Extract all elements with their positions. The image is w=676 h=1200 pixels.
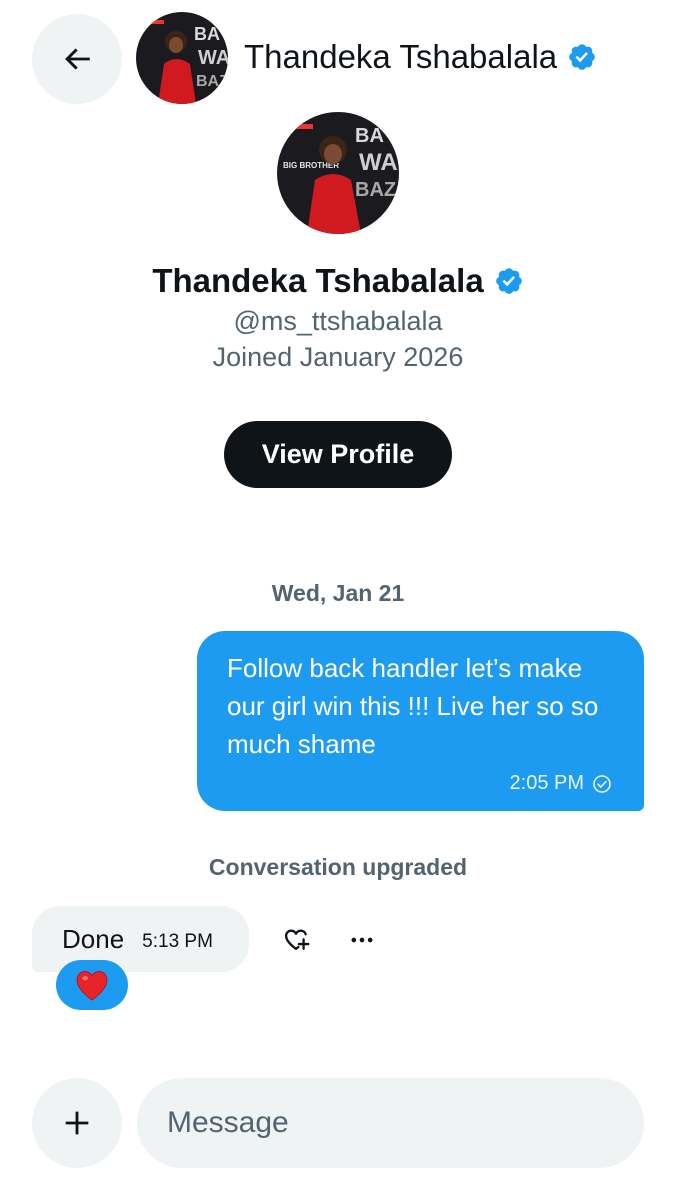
heart-plus-icon xyxy=(284,929,310,950)
header-title-text: Thandeka Tshabalala xyxy=(244,38,558,75)
received-message-time: 5:13 PM xyxy=(142,931,213,952)
sent-message-bubble[interactable]: Follow back handler let’s make our girl … xyxy=(197,631,644,811)
add-reaction-button[interactable] xyxy=(280,924,312,956)
date-separator: Wed, Jan 21 xyxy=(271,580,405,606)
svg-text:BAZ: BAZ xyxy=(355,179,396,201)
view-profile-button[interactable]: View Profile xyxy=(224,421,452,488)
svg-text:BA: BA xyxy=(355,125,384,147)
avatar-image: BA WA! BAZ BIG BROTHER xyxy=(277,112,399,234)
system-notice: Conversation upgraded xyxy=(208,854,468,880)
sent-message-time: 2:05 PM xyxy=(509,772,584,794)
profile-avatar[interactable]: BA WA! BAZ BIG BROTHER xyxy=(277,112,399,234)
profile-joined-date: Joined January 2026 xyxy=(212,342,464,372)
received-message-text: Done xyxy=(62,923,125,954)
sent-message-meta: 2:05 PM xyxy=(510,772,612,795)
header-avatar[interactable]: BA WA! BAZ xyxy=(136,12,228,104)
more-horizontal-icon xyxy=(351,937,373,943)
dm-conversation-screen: BA WA! BAZ Thandeka Tshabalala BA WA! BA… xyxy=(0,0,676,1200)
verified-badge-icon xyxy=(569,44,595,70)
check-circle-icon xyxy=(593,774,611,793)
red-heart-icon xyxy=(76,971,108,1001)
svg-text:BAZ: BAZ xyxy=(196,73,228,90)
arrow-left-icon xyxy=(65,48,90,70)
add-attachment-button[interactable] xyxy=(32,1078,122,1168)
header-title[interactable]: Thandeka Tshabalala xyxy=(244,38,597,76)
svg-text:BA: BA xyxy=(194,24,220,44)
plus-icon xyxy=(65,1111,89,1135)
svg-text:WA!: WA! xyxy=(198,47,228,69)
profile-handle: @ms_ttshabalala xyxy=(233,306,443,336)
profile-name-text: Thandeka Tshabalala xyxy=(152,262,484,299)
message-reaction[interactable] xyxy=(56,960,128,1010)
verified-badge-icon xyxy=(495,268,522,294)
back-button[interactable] xyxy=(32,14,122,104)
sent-message-text: Follow back handler let’s make our girl … xyxy=(227,653,599,759)
received-message-bubble[interactable]: Done 5:13 PM xyxy=(32,906,249,972)
svg-text:WA!: WA! xyxy=(359,149,399,176)
message-more-button[interactable] xyxy=(346,924,378,956)
avatar-image: BA WA! BAZ xyxy=(136,12,228,104)
profile-name: Thandeka Tshabalala xyxy=(0,262,676,300)
message-input[interactable] xyxy=(137,1078,644,1168)
